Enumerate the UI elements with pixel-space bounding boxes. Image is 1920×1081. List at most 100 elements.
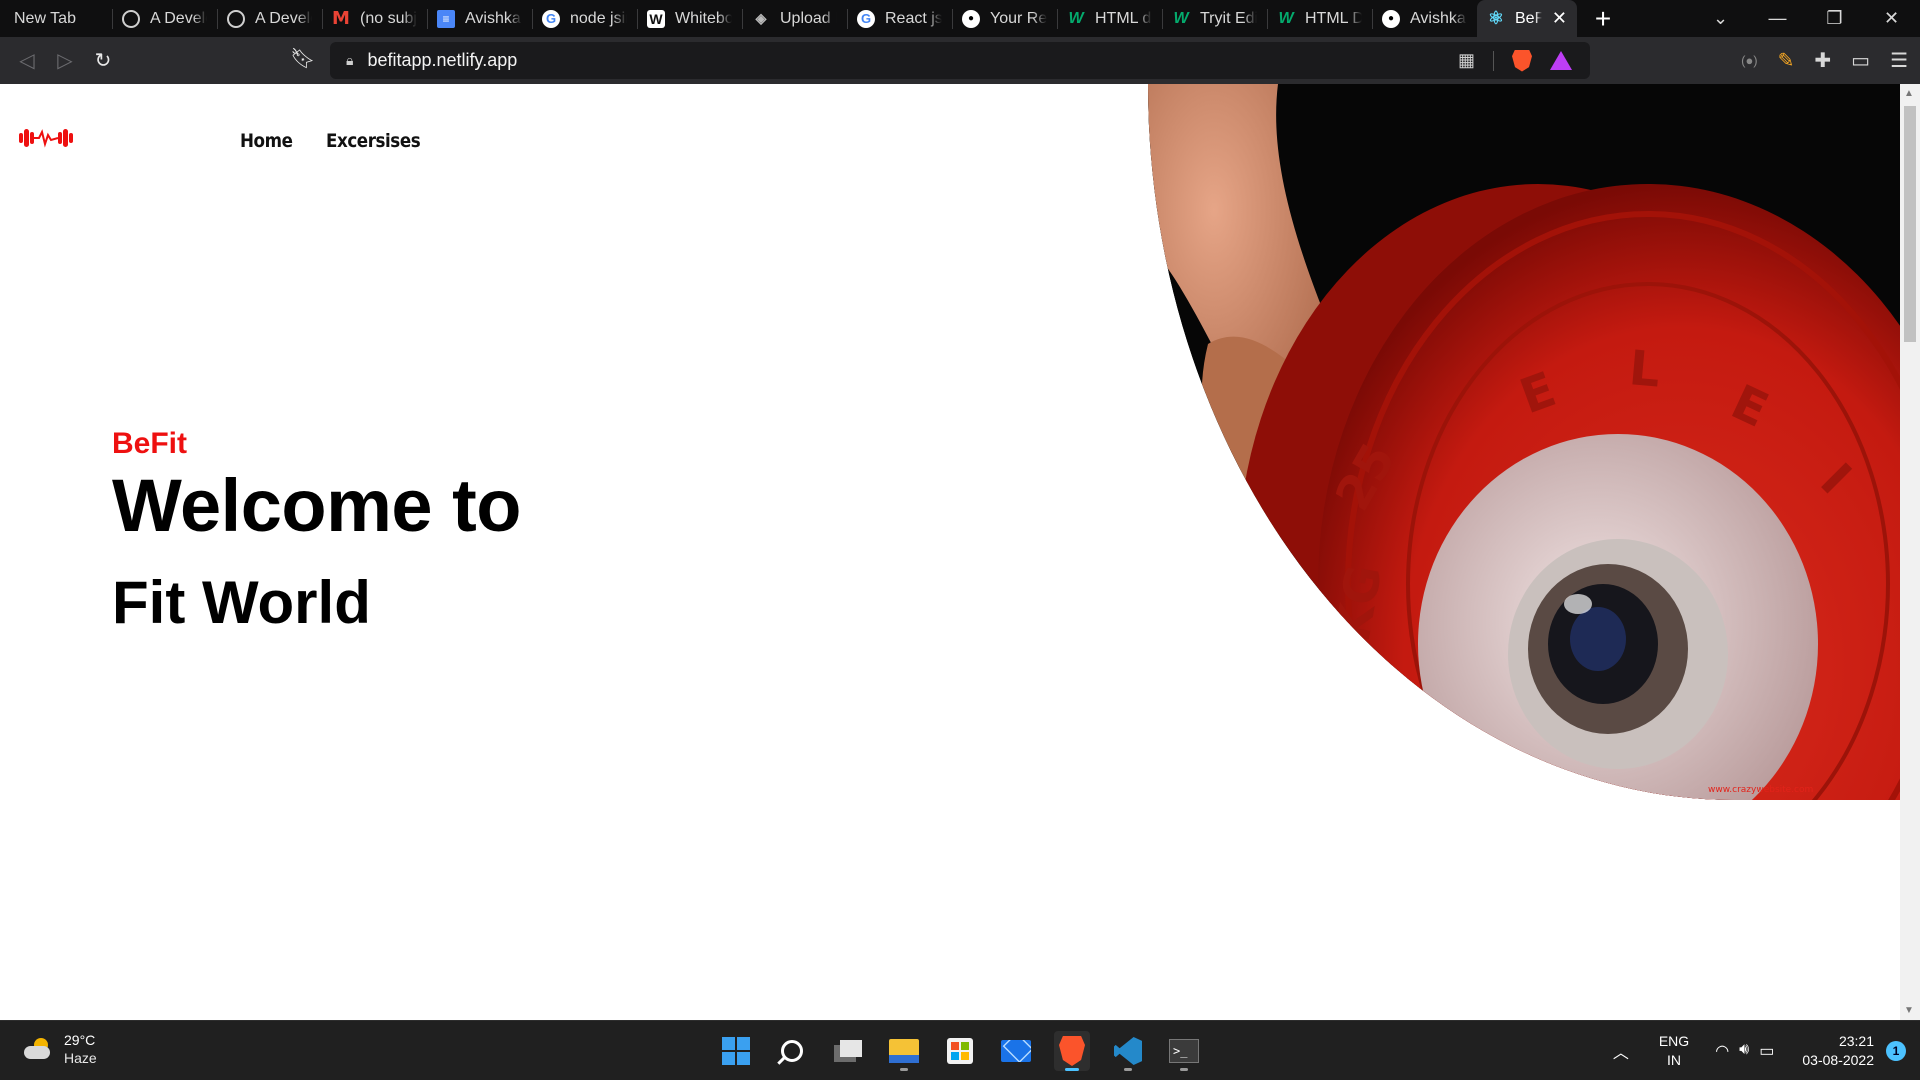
tab-your-rep[interactable]: ● Your Rep bbox=[952, 0, 1057, 37]
tab-new-tab[interactable]: New Tab bbox=[0, 0, 112, 37]
tab-label: Avishkar bbox=[465, 9, 522, 27]
reload-button[interactable]: ↻ bbox=[84, 42, 122, 80]
tab-search-chevron-icon[interactable]: ⌄ bbox=[1692, 0, 1749, 37]
pen-extension-icon[interactable]: ✎ bbox=[1778, 48, 1795, 73]
broadcast-icon[interactable]: (●) bbox=[1741, 53, 1758, 68]
system-tray: ︿ ENG IN ◠ 🔊︎ ▭ 23:21 03-08-2022 1 bbox=[1613, 1021, 1920, 1081]
tab-tryit-edit[interactable]: W Tryit Edit bbox=[1162, 0, 1267, 37]
extensions-icon[interactable]: ✚ bbox=[1814, 48, 1831, 73]
terminal-button[interactable]: >_ bbox=[1166, 1031, 1202, 1071]
store-icon bbox=[947, 1038, 973, 1064]
store-button[interactable] bbox=[942, 1031, 978, 1071]
new-tab-button[interactable]: + bbox=[1583, 0, 1623, 37]
lock-icon[interactable]: 🔒︎ bbox=[346, 52, 353, 69]
weather-widget[interactable]: 29°C Haze bbox=[24, 1031, 97, 1067]
mail-button[interactable] bbox=[998, 1031, 1034, 1071]
windows-taskbar: 29°C Haze >_ ︿ ENG IN ◠ 🔊︎ ▭ 23:21 03-08… bbox=[0, 1020, 1920, 1080]
menu-icon[interactable]: ☰ bbox=[1890, 48, 1908, 73]
tab-a-develo-1[interactable]: A Develo bbox=[112, 0, 217, 37]
brave-browser-icon bbox=[1059, 1036, 1085, 1066]
brave-shields-icon[interactable] bbox=[1512, 49, 1532, 72]
w3schools-icon: W bbox=[1278, 9, 1294, 27]
wallet-icon[interactable]: ▭ bbox=[1851, 48, 1870, 73]
nav-home-link[interactable]: Home bbox=[240, 130, 293, 152]
tab-node-jsin[interactable]: G node jsin bbox=[532, 0, 637, 37]
image-watermark: www.crazywebsite.com bbox=[1708, 785, 1813, 795]
vscode-button[interactable] bbox=[1110, 1031, 1146, 1071]
w3schools-icon: W bbox=[1173, 9, 1189, 27]
tab-html-da[interactable]: W HTML da bbox=[1057, 0, 1162, 37]
input-language[interactable]: ENG IN bbox=[1659, 1032, 1689, 1070]
show-hidden-icons-chevron-icon[interactable]: ︿ bbox=[1613, 1039, 1629, 1063]
scroll-up-arrow-icon[interactable]: ▲ bbox=[1904, 88, 1914, 99]
brave-browser-button[interactable] bbox=[1054, 1031, 1090, 1071]
divider bbox=[1493, 50, 1494, 71]
tab-label: node jsin bbox=[570, 9, 627, 27]
w3schools-icon: W bbox=[1068, 9, 1084, 27]
address-bar[interactable]: 🔒︎ befitapp.netlify.app ▦ bbox=[330, 42, 1590, 79]
tab-whiteboard[interactable]: W Whitebo bbox=[637, 0, 742, 37]
minimize-window-button[interactable]: — bbox=[1749, 0, 1806, 37]
wifi-icon[interactable]: ◠ bbox=[1715, 1041, 1729, 1061]
language-code: ENG bbox=[1658, 1033, 1690, 1049]
tab-html-d[interactable]: W HTML D bbox=[1267, 0, 1372, 37]
volume-icon[interactable]: 🔊︎ bbox=[1739, 1041, 1749, 1061]
search-button[interactable] bbox=[774, 1031, 810, 1071]
tab-docs[interactable]: ≡ Avishkar bbox=[427, 0, 532, 37]
folder-icon bbox=[889, 1039, 919, 1063]
barbell-plate-illustration: E L E I 25 KG www.crazywebsite.com bbox=[1148, 84, 1900, 800]
tab-label: BeFit bbox=[1515, 9, 1542, 27]
tab-avishkar-github[interactable]: ● Avishkar bbox=[1372, 0, 1477, 37]
hero-brand: BeFit bbox=[112, 427, 187, 460]
tab-label: (no subje bbox=[360, 9, 417, 27]
github-icon: ● bbox=[1382, 9, 1400, 28]
qr-code-icon[interactable]: ▦ bbox=[1458, 50, 1475, 71]
react-icon: ⚛ bbox=[1487, 8, 1505, 28]
scroll-down-arrow-icon[interactable]: ▼ bbox=[1904, 1005, 1914, 1016]
tab-befit-active[interactable]: ⚛ BeFit ✕ bbox=[1477, 0, 1577, 37]
task-view-button[interactable] bbox=[830, 1031, 866, 1071]
partly-sunny-icon bbox=[24, 1038, 52, 1060]
close-window-button[interactable]: ✕ bbox=[1863, 0, 1920, 37]
brave-rewards-icon[interactable] bbox=[1550, 51, 1572, 70]
page-scrollbar[interactable]: ▲ ▼ bbox=[1900, 84, 1920, 1020]
tab-label: Whitebo bbox=[675, 9, 732, 27]
docs-icon: ≡ bbox=[437, 9, 455, 28]
tab-a-develo-2[interactable]: A Develo bbox=[217, 0, 322, 37]
clock[interactable]: 23:21 03-08-2022 bbox=[1802, 1032, 1874, 1070]
url-text[interactable]: befitapp.netlify.app bbox=[367, 50, 517, 71]
file-explorer-button[interactable] bbox=[886, 1031, 922, 1071]
tab-label: Avishkar bbox=[1410, 9, 1467, 27]
tab-upload[interactable]: ◈ Upload I bbox=[742, 0, 847, 37]
close-tab-icon[interactable]: ✕ bbox=[1552, 8, 1567, 29]
scrollbar-thumb[interactable] bbox=[1904, 106, 1916, 342]
weather-temp: 29°C bbox=[64, 1032, 96, 1048]
gmail-icon: M bbox=[332, 8, 350, 29]
bookmark-icon[interactable]: 🔖︎ bbox=[290, 46, 315, 71]
tab-react-js[interactable]: G React js bbox=[847, 0, 952, 37]
tab-label: Upload I bbox=[780, 9, 837, 27]
browser-toolbar: ◁ ▷ ↻ 🔖︎ 🔒︎ befitapp.netlify.app ▦ (●) ✎… bbox=[0, 37, 1920, 84]
back-button[interactable]: ◁ bbox=[8, 42, 46, 80]
hero-text: BeFit Welcome to Fit World bbox=[112, 427, 521, 637]
clock-date: 03-08-2022 bbox=[1802, 1052, 1874, 1068]
google-icon: G bbox=[542, 9, 560, 28]
tab-strip: New Tab A Develo A Develo M (no subje ≡ … bbox=[0, 0, 1920, 37]
svg-text:L: L bbox=[1627, 340, 1662, 398]
nav-exercises-link[interactable]: Excersises bbox=[326, 130, 421, 152]
forward-button[interactable]: ▷ bbox=[46, 42, 84, 80]
notification-badge[interactable]: 1 bbox=[1886, 1041, 1906, 1061]
dumbbell-logo-icon[interactable] bbox=[18, 126, 74, 155]
start-button[interactable] bbox=[718, 1031, 754, 1071]
tab-label: New Tab bbox=[14, 9, 76, 27]
globe-icon bbox=[122, 9, 140, 28]
restore-window-button[interactable]: ❐ bbox=[1806, 0, 1863, 37]
hero-title-line2: Fit World bbox=[112, 569, 371, 636]
tab-gmail[interactable]: M (no subje bbox=[322, 0, 427, 37]
whiteboard-icon: W bbox=[647, 9, 665, 28]
battery-icon[interactable]: ▭ bbox=[1759, 1041, 1774, 1061]
tab-label: A Develo bbox=[255, 9, 312, 27]
windows-logo-icon bbox=[722, 1037, 750, 1065]
hero-title-line1: Welcome to bbox=[112, 464, 521, 547]
region-code: IN bbox=[1667, 1052, 1682, 1068]
